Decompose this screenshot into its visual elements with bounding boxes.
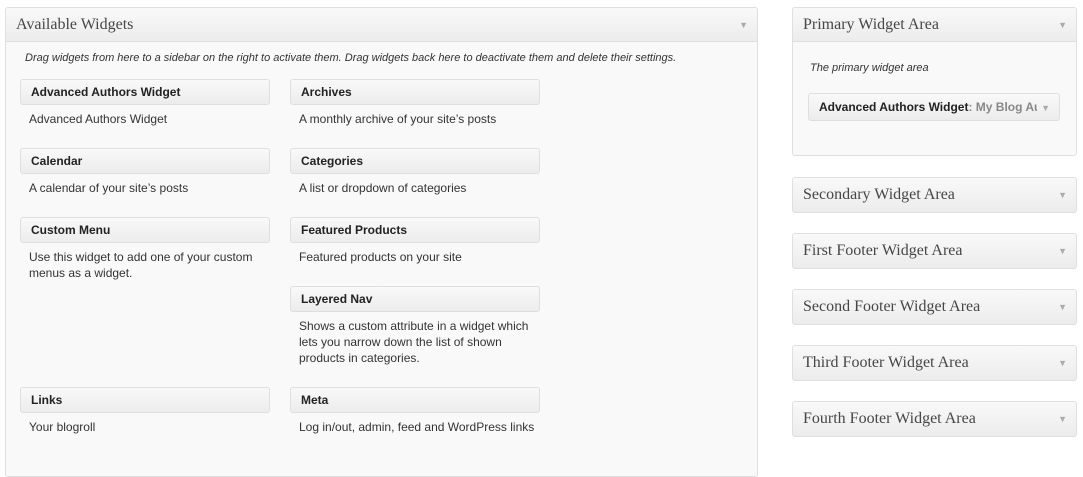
available-widgets-description: Drag widgets from here to a sidebar on t… xyxy=(25,52,677,64)
caret-down-icon[interactable]: ▼ xyxy=(1058,358,1067,368)
first-footer-widget-area[interactable]: First Footer Widget Area ▼ xyxy=(792,233,1077,269)
primary-widget-area: Primary Widget Area ▼ The primary widget… xyxy=(792,7,1077,156)
widget-layered-nav[interactable]: Layered Nav Shows a custom attribute in … xyxy=(290,286,540,366)
widget-description: A list or dropdown of categories xyxy=(299,181,467,195)
widget-description: Log in/out, admin, feed and WordPress li… xyxy=(299,420,535,434)
caret-down-icon[interactable]: ▼ xyxy=(1041,103,1050,113)
sidebar-title: First Footer Widget Area xyxy=(803,242,963,259)
available-widgets-panel: Available Widgets ▼ Drag widgets from he… xyxy=(5,7,758,477)
widget-title[interactable]: Archives xyxy=(290,79,540,105)
widget-description: A calendar of your site’s posts xyxy=(29,181,189,195)
widget-title[interactable]: Custom Menu xyxy=(20,217,270,243)
sidebar-title: Third Footer Widget Area xyxy=(803,354,969,371)
primary-widget-area-description: The primary widget area xyxy=(810,62,929,74)
caret-down-icon[interactable]: ▼ xyxy=(1058,246,1067,256)
widget-description: Advanced Authors Widget xyxy=(29,112,168,126)
widget-links[interactable]: Links Your blogroll xyxy=(20,387,270,435)
sidebar-title: Second Footer Widget Area xyxy=(803,298,981,315)
widget-description: Featured products on your site xyxy=(299,250,462,264)
placed-widget-name: Advanced Authors Widget xyxy=(819,100,969,114)
caret-down-icon[interactable]: ▼ xyxy=(1058,414,1067,424)
sidebar-title: Fourth Footer Widget Area xyxy=(803,410,976,427)
widget-title[interactable]: Categories xyxy=(290,148,540,174)
available-widgets-header[interactable]: Available Widgets ▼ xyxy=(6,8,757,42)
caret-down-icon[interactable]: ▼ xyxy=(1058,190,1067,200)
widget-description: A monthly archive of your site’s posts xyxy=(299,112,497,126)
caret-down-icon[interactable]: ▼ xyxy=(739,20,748,30)
widget-title[interactable]: Layered Nav xyxy=(290,286,540,312)
widget-title[interactable]: Meta xyxy=(290,387,540,413)
widget-archives[interactable]: Archives A monthly archive of your site’… xyxy=(290,79,540,127)
placed-widget-advanced-authors[interactable]: Advanced Authors Widget: My Blog Authors… xyxy=(808,93,1060,121)
widget-description: Shows a custom attribute in a widget whi… xyxy=(299,319,529,365)
fourth-footer-widget-area[interactable]: Fourth Footer Widget Area ▼ xyxy=(792,401,1077,437)
widget-advanced-authors[interactable]: Advanced Authors Widget Advanced Authors… xyxy=(20,79,270,127)
widget-title[interactable]: Calendar xyxy=(20,148,270,174)
caret-down-icon[interactable]: ▼ xyxy=(1058,20,1067,30)
secondary-widget-area[interactable]: Secondary Widget Area ▼ xyxy=(792,177,1077,213)
widget-title[interactable]: Links xyxy=(20,387,270,413)
primary-widget-area-title: Primary Widget Area xyxy=(803,16,939,33)
widget-title[interactable]: Featured Products xyxy=(290,217,540,243)
widget-calendar[interactable]: Calendar A calendar of your site’s posts xyxy=(20,148,270,196)
widget-custom-menu[interactable]: Custom Menu Use this widget to add one o… xyxy=(20,217,270,281)
caret-down-icon[interactable]: ▼ xyxy=(1058,302,1067,312)
placed-widget-instance-title: : My Blog Authors xyxy=(968,100,1037,114)
available-widgets-title: Available Widgets xyxy=(16,16,134,33)
widget-featured-products[interactable]: Featured Products Featured products on y… xyxy=(290,217,540,265)
third-footer-widget-area[interactable]: Third Footer Widget Area ▼ xyxy=(792,345,1077,381)
second-footer-widget-area[interactable]: Second Footer Widget Area ▼ xyxy=(792,289,1077,325)
primary-widget-area-header[interactable]: Primary Widget Area ▼ xyxy=(793,8,1076,42)
widget-categories[interactable]: Categories A list or dropdown of categor… xyxy=(290,148,540,196)
widget-description: Use this widget to add one of your custo… xyxy=(29,250,253,280)
widget-meta[interactable]: Meta Log in/out, admin, feed and WordPre… xyxy=(290,387,540,435)
widget-title[interactable]: Advanced Authors Widget xyxy=(20,79,270,105)
widget-description: Your blogroll xyxy=(29,420,96,434)
sidebar-title: Secondary Widget Area xyxy=(803,186,955,203)
placed-widget-title: Advanced Authors Widget: My Blog Authors xyxy=(819,100,1037,114)
